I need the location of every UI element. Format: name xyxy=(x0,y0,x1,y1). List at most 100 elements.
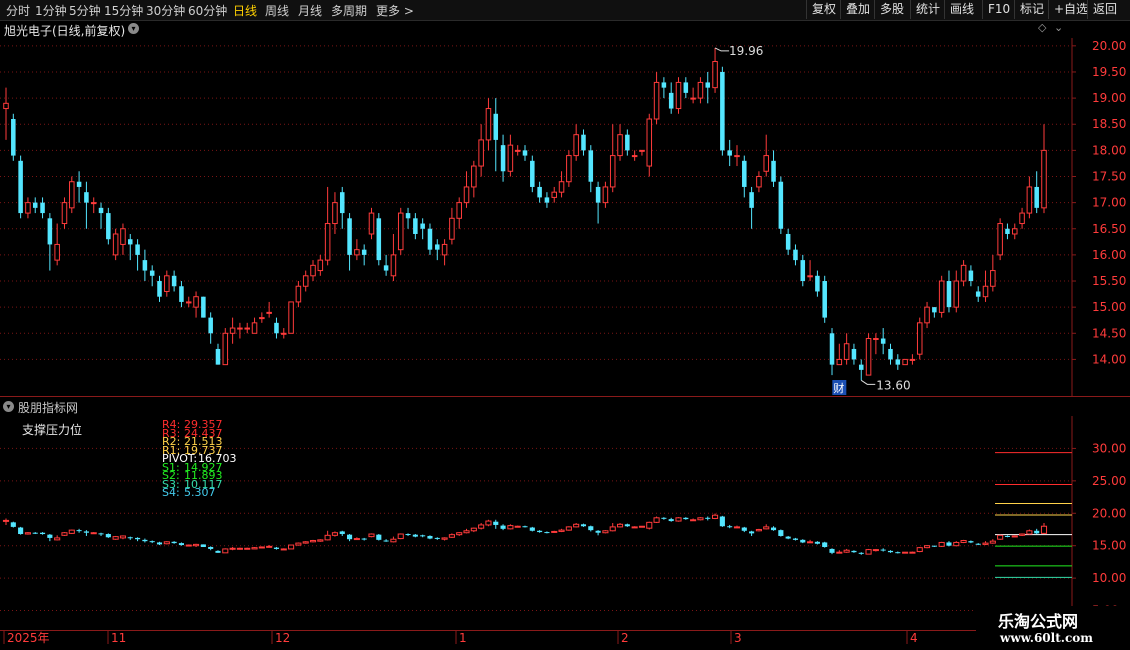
f10-button[interactable]: F10 xyxy=(982,0,1015,19)
candle-body-up xyxy=(697,81,704,99)
candle-body-down xyxy=(40,202,45,214)
statistics-button[interactable]: 统计 xyxy=(910,0,945,19)
chevron-down-icon[interactable]: ⌄ xyxy=(1054,21,1063,34)
candle-body-up xyxy=(449,217,455,240)
period-more[interactable]: 更多 > xyxy=(376,2,414,19)
candle-body-up xyxy=(960,264,967,282)
candle-body-up xyxy=(120,228,126,245)
candle-body-up xyxy=(836,358,843,366)
indicator-tick-label: 10.00 xyxy=(1092,571,1126,585)
mini-candle-down xyxy=(580,524,587,527)
mini-candle-up xyxy=(558,529,565,532)
mini-candle-down xyxy=(412,534,418,537)
period-fenshi[interactable]: 分时 xyxy=(6,2,30,19)
period-multi[interactable]: 多周期 xyxy=(331,2,367,19)
overlay-button[interactable]: 叠加 xyxy=(840,0,875,19)
candle-body-up xyxy=(924,306,930,324)
period-15min[interactable]: 15分钟 xyxy=(104,2,143,19)
mark-button[interactable]: 标记 xyxy=(1014,0,1049,19)
candle-body-down xyxy=(544,197,550,203)
diamond-icon[interactable]: ◇ xyxy=(1038,21,1046,34)
candle-body-down xyxy=(128,239,133,245)
chevron-down-icon[interactable]: ▾ xyxy=(3,401,14,412)
candle-body-down xyxy=(1034,186,1039,208)
price-tick-label: 18.00 xyxy=(1092,143,1126,157)
candle-body-up xyxy=(653,81,660,120)
candle-body-down xyxy=(500,145,506,172)
mini-candle-down xyxy=(39,532,46,535)
mini-candle-up xyxy=(485,520,492,526)
mini-candle-up xyxy=(258,546,265,549)
back-button[interactable]: 返回 xyxy=(1087,0,1122,19)
main-kline-chart[interactable]: 20.00 19.50 19.00 18.50 18.00 17.50 17.00 16.50… xyxy=(0,38,1130,398)
candle-body-up xyxy=(193,296,199,308)
mini-candle-down xyxy=(339,531,345,535)
period-weekly[interactable]: 周线 xyxy=(265,2,289,19)
candle-body-down xyxy=(420,223,425,229)
mini-candle-down xyxy=(171,541,177,544)
candle-body-up xyxy=(471,165,477,188)
time-tick-label: 2 xyxy=(621,631,629,645)
candle-body-down xyxy=(595,186,601,203)
candle-body-down xyxy=(435,244,440,250)
candle-body-up xyxy=(551,191,558,198)
mini-candle-down xyxy=(522,526,528,528)
candle-body-up xyxy=(734,155,740,158)
price-tick-label: 20.00 xyxy=(1092,39,1126,53)
mini-candle-up xyxy=(865,549,872,555)
mini-candle-down xyxy=(156,542,163,545)
candle-body-up xyxy=(164,275,170,292)
adjust-button[interactable]: 复权 xyxy=(806,0,841,19)
multi-stock-button[interactable]: 多股 xyxy=(874,0,909,19)
candle-body-down xyxy=(201,296,206,318)
chevron-down-icon[interactable]: ▾ xyxy=(128,23,139,34)
candle-body-down xyxy=(661,82,667,88)
mini-candle-up xyxy=(836,551,843,554)
mini-candle-up xyxy=(236,547,243,550)
candle-body-down xyxy=(742,160,747,187)
candle-body-up xyxy=(3,102,9,110)
indicator-tick-label: 20.00 xyxy=(1092,506,1126,520)
candle-body-up xyxy=(485,108,492,141)
mini-candle-down xyxy=(83,531,89,533)
candle-body-up xyxy=(514,149,521,152)
candle-body-up xyxy=(609,155,616,188)
mini-candle-up xyxy=(317,539,324,542)
mini-candle-up xyxy=(938,541,945,547)
period-1min[interactable]: 1分钟 xyxy=(35,2,67,19)
draw-line-button[interactable]: 画线 xyxy=(944,0,979,19)
indicator-tick-label: 15.00 xyxy=(1092,539,1126,553)
pivot-row-s4: S4: 5.307 xyxy=(162,487,237,498)
time-tick-label: 4 xyxy=(910,631,918,645)
mini-candle-down xyxy=(135,537,141,540)
mini-candle-down xyxy=(273,547,280,549)
price-tick-label: 14.50 xyxy=(1092,326,1126,340)
candle-body-down xyxy=(427,228,433,250)
period-5min[interactable]: 5分钟 xyxy=(69,2,101,19)
mini-candle-down xyxy=(32,532,38,534)
price-tick-label: 15.50 xyxy=(1092,274,1126,288)
candle-body-up xyxy=(368,212,375,235)
period-daily[interactable]: 日线 xyxy=(233,2,257,19)
candle-body-up xyxy=(61,202,68,225)
mini-candle-down xyxy=(10,522,16,527)
mini-candle-down xyxy=(544,532,550,534)
period-30min[interactable]: 30分钟 xyxy=(146,2,185,19)
candle-body-down xyxy=(895,359,901,365)
candle-body-down xyxy=(683,82,689,93)
period-monthly[interactable]: 月线 xyxy=(298,2,322,19)
candle-body-down xyxy=(880,338,886,344)
candle-body-up xyxy=(90,202,97,205)
candle-body-up xyxy=(507,144,514,172)
candle-body-down xyxy=(522,150,528,156)
indicator-header: ▾ 股朋指标网 xyxy=(0,398,1072,416)
candle-body-down xyxy=(98,207,104,214)
indicator-tick-label: 30.00 xyxy=(1092,441,1126,455)
period-60min[interactable]: 60分钟 xyxy=(188,2,227,19)
mini-candle-up xyxy=(244,547,251,550)
mini-candle-up xyxy=(470,527,477,532)
low-price-label: 13.60 xyxy=(876,378,910,392)
mini-candle-down xyxy=(127,537,133,539)
candle-body-up xyxy=(631,155,638,158)
candle-body-down xyxy=(975,291,981,297)
